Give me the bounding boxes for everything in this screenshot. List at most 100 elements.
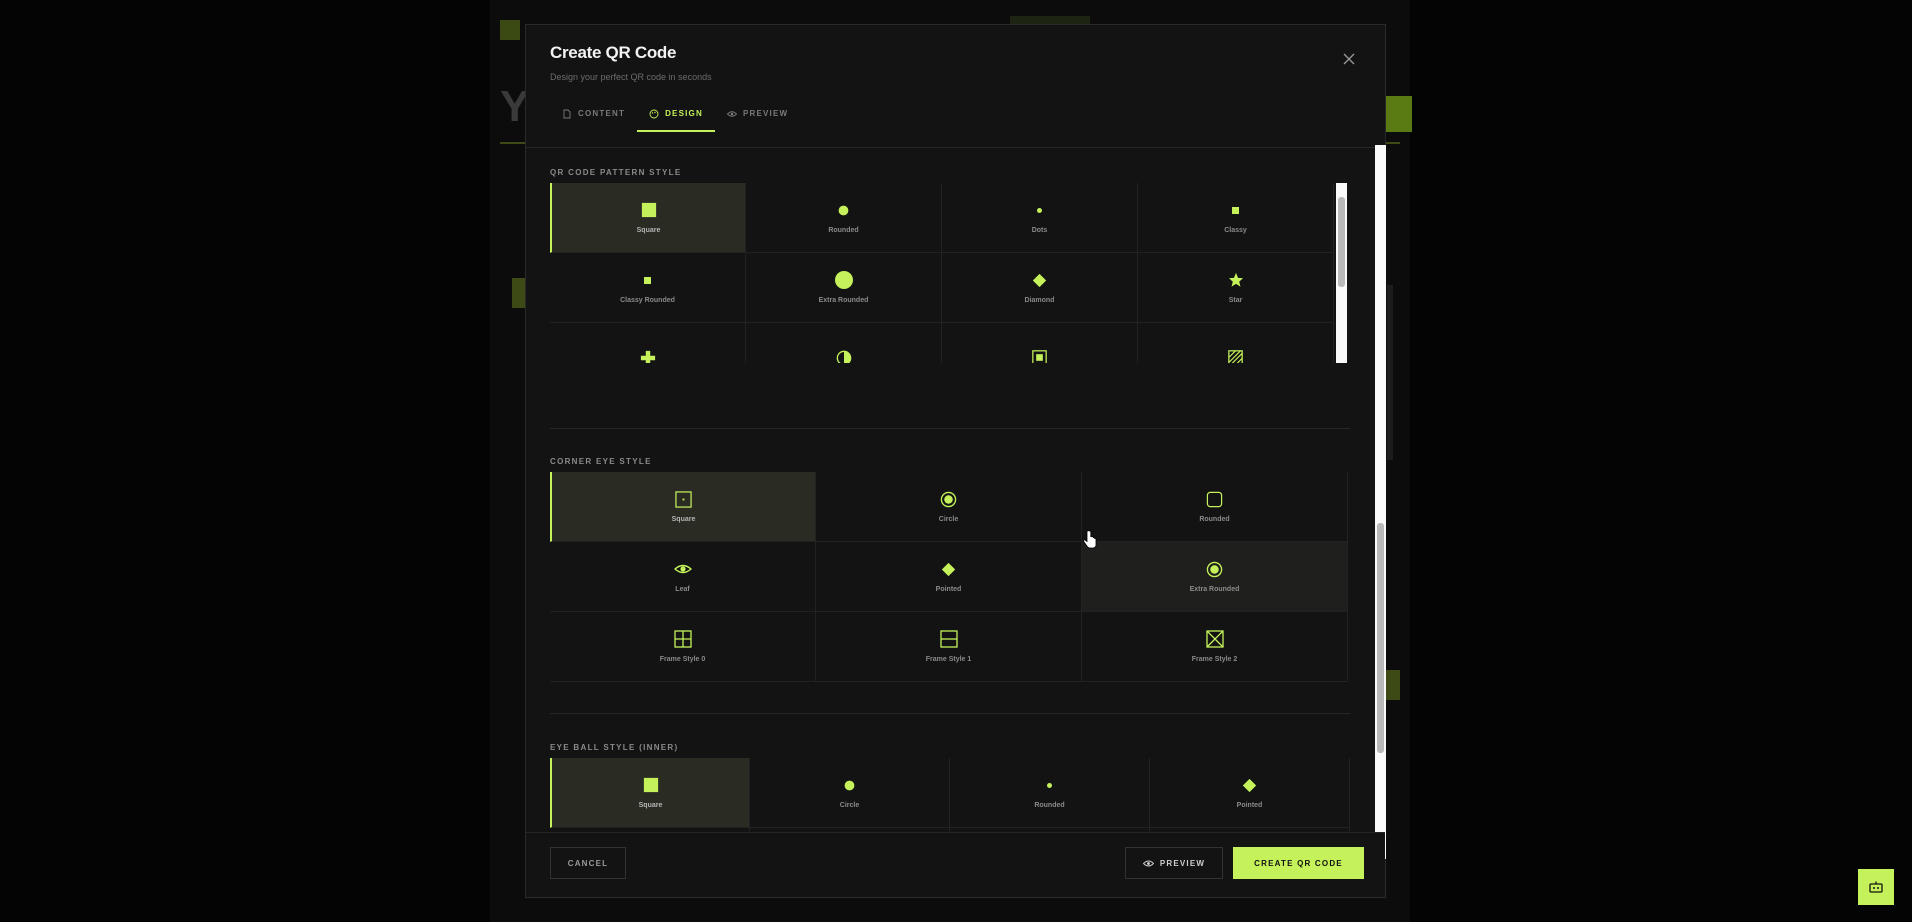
pattern-option[interactable] <box>550 323 746 363</box>
pattern-option[interactable]: Square <box>550 183 746 253</box>
corner-eye-option[interactable]: Leaf <box>550 542 816 612</box>
pattern-scrollbar[interactable] <box>1336 183 1347 363</box>
pattern-option[interactable]: Rounded <box>746 183 942 253</box>
background-chip <box>1386 670 1400 700</box>
corner-eye-option[interactable]: Extra Rounded <box>1082 542 1348 612</box>
eye-icon <box>673 560 692 578</box>
pattern-option[interactable]: Diamond <box>942 253 1138 323</box>
option-label: Star <box>1228 297 1243 304</box>
option-label: Frame Style 2 <box>1191 656 1238 663</box>
pattern-option[interactable]: Classy Rounded <box>550 253 746 323</box>
option-label: Square <box>638 802 663 809</box>
hatched-square-icon <box>1227 349 1245 363</box>
tab-design[interactable]: DESIGN <box>637 97 715 132</box>
circle-eye-icon <box>1206 560 1224 578</box>
robot-icon <box>1869 881 1883 893</box>
corner-eye-option[interactable]: Rounded <box>1082 472 1348 542</box>
option-label: Leaf <box>675 586 690 593</box>
modal-scrollbar[interactable] <box>1375 145 1386 859</box>
option-label: Square <box>636 227 661 234</box>
modal-header: Create QR Code Design your perfect QR co… <box>526 25 1385 148</box>
option-label: Dots <box>1031 227 1048 234</box>
pattern-scrollbar-thumb[interactable] <box>1338 197 1345 287</box>
corner-eye-option[interactable]: Square <box>550 472 816 542</box>
option-label: Circle <box>839 802 860 809</box>
pattern-section-label: QR CODE PATTERN STYLE <box>550 168 682 177</box>
corner-eye-option[interactable]: Frame Style 1 <box>816 612 1082 682</box>
tab-content[interactable]: CONTENT <box>550 97 637 130</box>
modal-subtitle: Design your perfect QR code in seconds <box>550 72 712 82</box>
corner-eye-grid: Square Circle Rounded Leaf Pointed Extra Roun… <box>550 472 1348 682</box>
background-scrollbar <box>1387 285 1393 460</box>
eye-ball-section-label: EYE BALL STYLE (INNER) <box>550 743 679 752</box>
square-icon <box>642 776 660 794</box>
eye-ball-option[interactable]: Circle <box>750 758 950 828</box>
split-frame-icon <box>939 630 958 648</box>
pattern-option[interactable] <box>1138 323 1334 363</box>
square-icon <box>640 201 658 219</box>
small-square-icon <box>639 271 657 289</box>
circle-icon <box>834 271 853 289</box>
preview-button-label: PREVIEW <box>1159 858 1206 868</box>
tab-preview[interactable]: PREVIEW <box>715 97 800 130</box>
modal-scrollbar-thumb[interactable] <box>1377 523 1384 753</box>
corner-eye-option[interactable]: Circle <box>816 472 1082 542</box>
create-qr-code-button[interactable]: CREATE QR CODE <box>1233 847 1364 879</box>
palette-icon <box>649 109 659 118</box>
pattern-option[interactable]: Classy <box>1138 183 1334 253</box>
background-chip <box>512 278 526 308</box>
option-label: Pointed <box>935 586 962 593</box>
chatbot-button[interactable] <box>1858 869 1894 905</box>
small-dot-icon <box>1041 776 1059 794</box>
option-label: Classy <box>1224 227 1247 234</box>
option-label: Rounded <box>828 227 859 234</box>
grid-frame-icon <box>673 630 692 648</box>
background-logo <box>500 20 520 40</box>
pattern-option[interactable]: Star <box>1138 253 1334 323</box>
small-square-icon <box>1227 201 1245 219</box>
pattern-option[interactable]: Dots <box>942 183 1138 253</box>
option-label: Frame Style 0 <box>659 656 706 663</box>
corner-eye-section-label: CORNER EYE STYLE <box>550 457 652 466</box>
square-eye-icon <box>675 490 693 508</box>
close-icon[interactable] <box>1341 53 1357 69</box>
diamond-icon <box>940 560 958 578</box>
section-divider <box>550 713 1350 714</box>
eye-icon <box>1142 860 1154 866</box>
framed-square-icon <box>1031 349 1049 363</box>
option-label: Circle <box>938 516 959 523</box>
modal-tabs: CONTENT DESIGN PREVIEW <box>550 97 800 132</box>
modal-title: Create QR Code <box>550 43 677 62</box>
option-label: Diamond <box>1024 297 1055 304</box>
create-qr-modal: Create QR Code Design your perfect QR co… <box>525 24 1386 898</box>
pattern-grid: Square Rounded Dots Classy Classy Rounded Ext… <box>550 183 1334 363</box>
diamond-icon <box>1031 271 1049 289</box>
corner-eye-option[interactable]: Pointed <box>816 542 1082 612</box>
cancel-button[interactable]: CANCEL <box>550 847 626 879</box>
circle-eye-icon <box>940 490 958 508</box>
option-label: Extra Rounded <box>1189 586 1240 593</box>
option-label: Pointed <box>1236 802 1263 809</box>
pattern-option[interactable] <box>942 323 1138 363</box>
star-icon <box>1227 271 1245 289</box>
option-label: Extra Rounded <box>818 297 869 304</box>
option-label: Rounded <box>1199 516 1230 523</box>
option-label: Frame Style 1 <box>925 656 972 663</box>
rounded-square-icon <box>1206 490 1224 508</box>
eye-ball-option[interactable]: Square <box>550 758 750 828</box>
small-dot-icon <box>1031 201 1049 219</box>
section-divider <box>550 428 1350 429</box>
option-label: Square <box>671 516 696 523</box>
pattern-option[interactable] <box>746 323 942 363</box>
corner-eye-option[interactable]: Frame Style 2 <box>1082 612 1348 682</box>
dot-icon <box>841 776 859 794</box>
pattern-option[interactable]: Extra Rounded <box>746 253 942 323</box>
eye-icon <box>726 110 737 117</box>
tab-preview-label: PREVIEW <box>742 109 789 118</box>
corner-eye-option[interactable]: Frame Style 0 <box>550 612 816 682</box>
preview-button[interactable]: PREVIEW <box>1125 847 1223 879</box>
eye-ball-option[interactable]: Pointed <box>1150 758 1350 828</box>
modal-body-scroll-area[interactable]: QR CODE PATTERN STYLE Square Rounded Dots C… <box>526 147 1385 859</box>
eye-ball-option[interactable]: Rounded <box>950 758 1150 828</box>
dot-icon <box>835 201 853 219</box>
